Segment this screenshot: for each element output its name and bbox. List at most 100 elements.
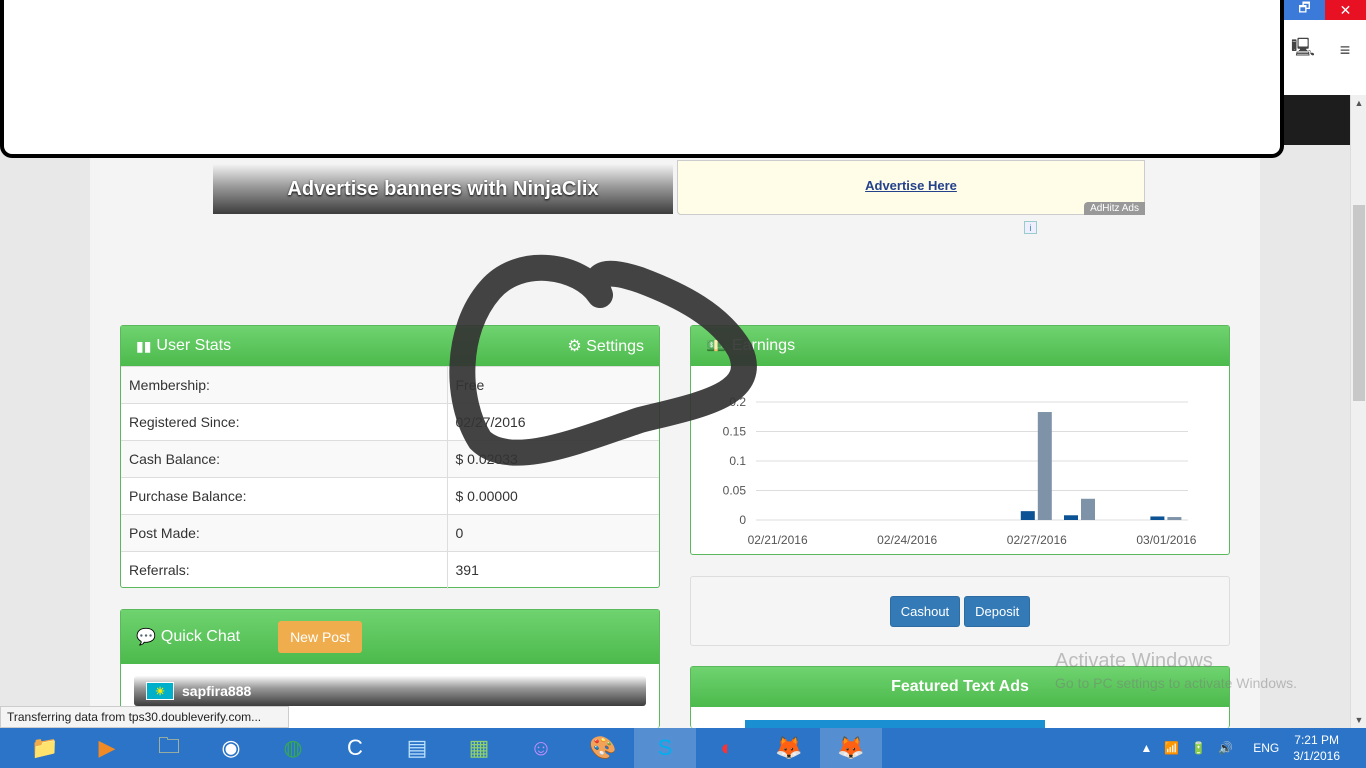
table-row: Purchase Balance: $ 0.00000 [121,477,659,515]
earnings-bar[interactable] [1150,516,1165,520]
watermark-line-1: Activate Windows [1055,650,1213,672]
stat-value: 02/27/2016 [447,403,659,441]
watermark-line-2: Go to PC settings to activate Windows. [1055,675,1297,691]
x-tick-label: 02/27/2016 [1007,533,1067,547]
cash-actions-panel: Cashout Deposit [690,576,1230,646]
y-tick-label: 0.2 [729,395,746,409]
earnings-bar[interactable] [1064,515,1078,520]
adhitz-ad-box: Advertise Here AdHitz Ads [677,160,1145,215]
volume-icon[interactable]: 🔊 [1218,741,1233,755]
firefox-active-icon[interactable]: 🦊 [820,728,882,768]
y-tick-label: 0.15 [723,425,747,439]
stat-value: 0 [447,514,659,552]
signal-icon[interactable]: 📶 [1164,741,1179,755]
earnings-bar[interactable] [1020,511,1035,520]
user-stats-table: Membership: Free Registered Since: 02/27/2… [121,366,659,589]
money-icon: 💵 [706,338,726,355]
ad-info-icon[interactable]: i [1024,221,1037,234]
power-icon[interactable]: 🔋 [1191,741,1206,755]
restore-button[interactable]: 🗗 [1284,0,1325,20]
firefox-icon[interactable]: 🦊 [758,728,820,768]
quick-chat-header: 💬 Quick Chat New Post [121,610,659,664]
chat-user-bar[interactable]: ☀ sapfira888 [134,676,646,706]
settings-link[interactable]: ⚙ Settings [567,336,644,356]
earnings-panel: 💵 Earnings 0 0.05 0.1 0.15 0.2 02/21/2016 02/2… [690,325,1230,555]
clock-date: 3/1/2016 [1293,749,1340,763]
notepad-icon[interactable]: ▤ [386,728,448,768]
featured-title: Featured Text Ads [891,678,1029,695]
table-row: Post Made: 0 [121,514,659,552]
dark-header-strip [1284,95,1350,145]
table-row: Referrals: 391 [121,551,659,589]
chrome-icon[interactable]: ◍ [262,728,324,768]
user-stats-title: User Stats [156,337,232,354]
stat-label: Purchase Balance: [121,477,448,515]
stat-label: Cash Balance: [121,440,448,478]
activate-windows-watermark: Activate Windows Go to PC settings to ac… [1055,650,1297,691]
ninjaclix-banner-text: Advertise banners with NinjaClix [287,177,599,200]
x-tick-label: 02/24/2016 [877,533,937,547]
ccleaner-icon[interactable]: C [324,728,386,768]
clock[interactable]: 7:21 PM 3/1/2016 [1293,732,1340,764]
stat-label: Registered Since: [121,403,448,441]
deposit-button[interactable]: Deposit [964,595,1031,627]
gear-icon: ⚙ [567,338,582,355]
paint-icon[interactable]: 🎨 [572,728,634,768]
blank-popup-window[interactable] [0,0,1284,158]
spreadsheet-icon[interactable]: ▦ [448,728,510,768]
stat-label: Referrals: [121,551,448,589]
table-row: Cash Balance: $ 0.02033 [121,440,659,478]
scroll-up-icon[interactable]: ▲ [1351,95,1366,111]
bar-chart-icon: ▮▮ [136,337,152,354]
table-row: Membership: Free [121,366,659,404]
scroll-thumb[interactable] [1353,205,1365,401]
system-tray: ▲ 📶 🔋 🔊 ENG 7:21 PM 3/1/2016 [1135,728,1366,768]
show-hidden-icon[interactable]: ▲ [1141,741,1153,755]
stat-value: $ 0.02033 [447,440,659,478]
kazakhstan-flag-icon: ☀ [146,682,174,700]
earnings-chart: 0 0.05 0.1 0.15 0.2 02/21/2016 02/24/2016 02/27… [723,395,1197,547]
x-tick-label: 02/21/2016 [748,533,808,547]
earnings-header: 💵 Earnings [691,326,1229,366]
close-button[interactable]: ✕ [1325,0,1366,20]
clock-time: 7:21 PM [1294,733,1339,747]
earnings-title: Earnings [731,337,796,354]
y-tick-label: 0 [739,513,746,527]
desktop-icon[interactable]: 🖳 [1288,37,1318,62]
user-stats-header: ▮▮ User Stats ⚙ Settings [121,326,659,366]
earnings-bar[interactable] [1081,498,1095,520]
y-tick-label: 0.05 [723,484,747,498]
uc-browser-icon[interactable]: ◉ [200,728,262,768]
language-indicator[interactable]: ENG [1253,741,1279,755]
chat-username: sapfira888 [182,683,252,699]
quick-chat-title: Quick Chat [160,628,241,645]
taskbar-apps: 📁 ▶ 🗀 ◉ ◍ C ▤ ▦ ☺ 🎨 S ◐ 🦊 🦊 [14,728,882,768]
stat-label: Membership: [121,366,448,404]
ccleaner-2-icon[interactable]: ◐ [696,728,758,768]
yahoo-messenger-icon[interactable]: ☺ [510,728,572,768]
advertise-here-link[interactable]: Advertise Here [678,178,1144,193]
new-post-button[interactable]: New Post [278,621,362,653]
window-controls: 🗗 ✕ 🖳 ≡ [1284,0,1366,95]
stat-label: Post Made: [121,514,448,552]
file-explorer-icon[interactable]: 📁 [14,728,76,768]
vertical-scrollbar[interactable]: ▲ ▼ [1350,95,1366,728]
earnings-bar[interactable] [1037,412,1052,520]
y-tick-label: 0.1 [729,454,746,468]
adhitz-tag[interactable]: AdHitz Ads [1084,202,1145,215]
comment-icon: 💬 [136,629,156,646]
user-stats-panel: ▮▮ User Stats ⚙ Settings Membership: Free… [120,325,660,589]
media-player-icon[interactable]: ▶ [76,728,138,768]
scroll-down-icon[interactable]: ▼ [1351,712,1366,728]
ninjaclix-banner[interactable]: Advertise banners with NinjaClix [213,164,673,214]
stat-value: 391 [447,551,659,589]
taskbar: 📁 ▶ 🗀 ◉ ◍ C ▤ ▦ ☺ 🎨 S ◐ 🦊 🦊 ▲ 📶 🔋 🔊 ENG 7:21 PM 3/1/2… [0,728,1366,768]
folder-icon[interactable]: 🗀 [138,728,200,768]
menu-icon[interactable]: ≡ [1330,38,1360,62]
x-tick-label: 03/01/2016 [1136,533,1196,547]
skype-icon[interactable]: S [634,728,696,768]
earnings-bar[interactable] [1167,517,1182,520]
table-row: Registered Since: 02/27/2016 [121,403,659,441]
settings-label: Settings [586,338,644,355]
cashout-button[interactable]: Cashout [889,595,961,627]
